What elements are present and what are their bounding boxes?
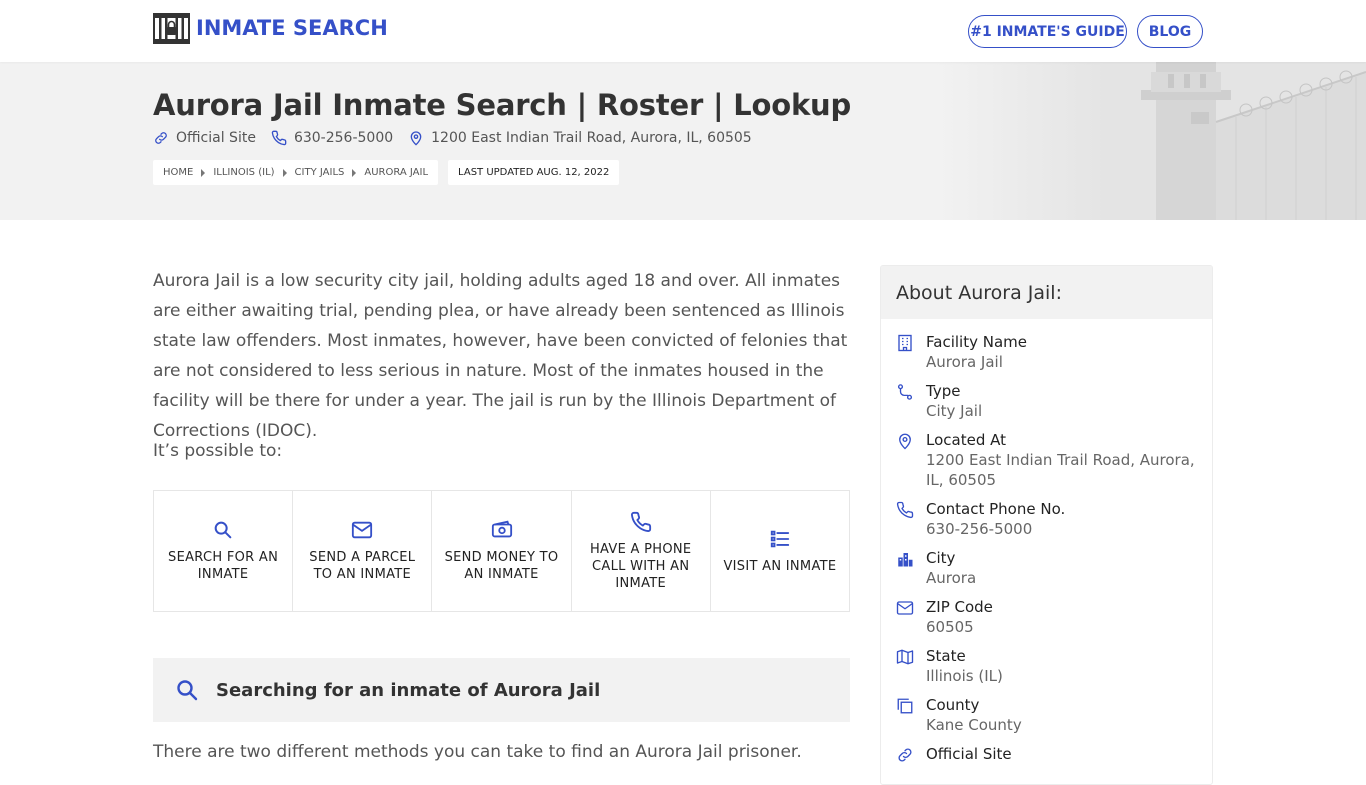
breadcrumb-separator-icon (352, 168, 357, 177)
info-zip-code: ZIP Code 60505 (881, 597, 1212, 637)
info-value: 1200 East Indian Trail Road, Aurora, IL,… (926, 451, 1195, 489)
info-value: Kane County (926, 716, 1022, 734)
breadcrumb: HOME ILLINOIS (IL) CITY JAILS AURORA JAI… (153, 160, 620, 185)
info-label: Contact Phone No. (926, 500, 1066, 518)
info-type: Type City Jail (881, 381, 1212, 421)
envelope-icon (352, 521, 373, 539)
copy-icon (897, 698, 913, 714)
about-jail-sidebar: About Aurora Jail: Facility Name Aurora … (880, 265, 1213, 785)
info-city: City Aurora (881, 548, 1212, 588)
methods-paragraph: There are two different methods you can … (153, 742, 802, 762)
info-located-at: Located At 1200 East Indian Trail Road, … (881, 430, 1212, 490)
list-icon (770, 530, 790, 547)
phone-icon (896, 501, 914, 519)
official-site-label: Official Site (176, 130, 256, 146)
last-updated-badge: LAST UPDATED AUG. 12, 2022 (448, 160, 620, 185)
breadcrumb-list: HOME ILLINOIS (IL) CITY JAILS AURORA JAI… (153, 160, 439, 185)
action-label: SEND A PARCEL TO AN INMATE (309, 550, 416, 582)
address-text: 1200 East Indian Trail Road, Aurora, IL,… (431, 130, 752, 146)
phone-number: 630-256-5000 (293, 130, 394, 146)
info-facility-name: Facility Name Aurora Jail (881, 332, 1212, 372)
info-value: City Jail (926, 402, 983, 420)
jail-bars-icon (153, 13, 190, 44)
info-label: Official Site (926, 745, 1012, 763)
inmates-guide-button[interactable]: #1 INMATE'S GUIDE (968, 15, 1127, 48)
info-value: 630-256-5000 (926, 520, 1033, 538)
info-label: ZIP Code (926, 598, 993, 616)
search-icon (214, 521, 232, 539)
info-county: County Kane County (881, 695, 1212, 735)
phone-icon (271, 130, 287, 146)
route-icon (897, 384, 913, 400)
phone-icon (630, 511, 651, 532)
intro-paragraph: Aurora Jail is a low security city jail,… (153, 271, 848, 441)
map-pin-icon (410, 131, 422, 146)
info-label: State (926, 647, 966, 665)
link-icon (898, 748, 912, 762)
info-label: County (926, 696, 980, 714)
breadcrumb-city-jails[interactable]: CITY JAILS (295, 167, 345, 178)
action-label: VISIT AN INMATE (723, 558, 837, 574)
search-section-title: Searching for an inmate of Aurora Jail (216, 679, 601, 701)
info-value: Aurora Jail (926, 353, 1003, 371)
info-value: Illinois (IL) (926, 667, 1003, 685)
breadcrumb-home[interactable]: HOME (163, 167, 193, 178)
info-label: Located At (926, 431, 1006, 449)
action-search-inmate[interactable]: SEARCH FOR AN INMATE (154, 491, 294, 611)
page-title: Aurora Jail Inmate Search | Roster | Loo… (153, 88, 852, 122)
action-send-parcel[interactable]: SEND A PARCEL TO AN INMATE (293, 491, 433, 611)
map-icon (896, 649, 914, 665)
logo-text: INMATE SEARCH (196, 16, 388, 40)
facility-info-list: Facility Name Aurora Jail Type City Jail… (881, 319, 1212, 764)
breadcrumb-separator-icon (201, 168, 206, 177)
sidebar-title: About Aurora Jail: (881, 266, 1212, 319)
action-label: SEARCH FOR AN INMATE (168, 550, 279, 582)
action-label: SEND MONEY TO AN INMATE (444, 550, 559, 582)
facility-meta-row: Official Site 630-256-5000 1200 East Ind… (153, 130, 767, 146)
breadcrumb-current[interactable]: AURORA JAIL (364, 167, 428, 178)
info-state: State Illinois (IL) (881, 646, 1212, 686)
hero-banner: Aurora Jail Inmate Search | Roster | Loo… (0, 62, 1366, 220)
site-header: INMATE SEARCH #1 INMATE'S GUIDE BLOG (0, 0, 1366, 62)
breadcrumb-state[interactable]: ILLINOIS (IL) (213, 167, 274, 178)
info-value: 60505 (926, 618, 974, 636)
info-official-site[interactable]: Official Site (881, 744, 1212, 764)
city-icon (898, 553, 913, 567)
phone-link[interactable]: 630-256-5000 (271, 130, 393, 146)
action-send-money[interactable]: SEND MONEY TO AN INMATE (432, 491, 572, 611)
address-link[interactable]: 1200 East Indian Trail Road, Aurora, IL,… (408, 130, 752, 146)
breadcrumb-separator-icon (282, 168, 287, 177)
map-pin-icon (899, 433, 911, 450)
possible-to-heading: It’s possible to: (153, 441, 283, 461)
action-phone-call[interactable]: HAVE A PHONE CALL WITH AN INMATE (572, 491, 711, 611)
action-grid: SEARCH FOR AN INMATE SEND A PARCEL TO AN… (153, 490, 850, 612)
money-icon (491, 520, 512, 538)
action-label: HAVE A PHONE CALL WITH AN INMATE (589, 541, 692, 591)
site-logo[interactable]: INMATE SEARCH (153, 13, 388, 44)
search-icon (177, 680, 198, 701)
info-value: Aurora (926, 569, 977, 587)
info-label: Facility Name (926, 333, 1027, 351)
building-icon (898, 334, 912, 352)
blog-button[interactable]: BLOG (1137, 15, 1203, 48)
info-label: Type (926, 382, 961, 400)
prison-tower-illustration (936, 62, 1366, 220)
search-section-heading: Searching for an inmate of Aurora Jail (153, 658, 850, 722)
info-label: City (926, 549, 956, 567)
info-contact-phone: Contact Phone No. 630-256-5000 (881, 499, 1212, 539)
link-icon (155, 132, 167, 144)
official-site-link[interactable]: Official Site (153, 130, 256, 146)
mail-icon (896, 601, 914, 615)
action-visit-inmate[interactable]: VISIT AN INMATE (711, 491, 849, 611)
